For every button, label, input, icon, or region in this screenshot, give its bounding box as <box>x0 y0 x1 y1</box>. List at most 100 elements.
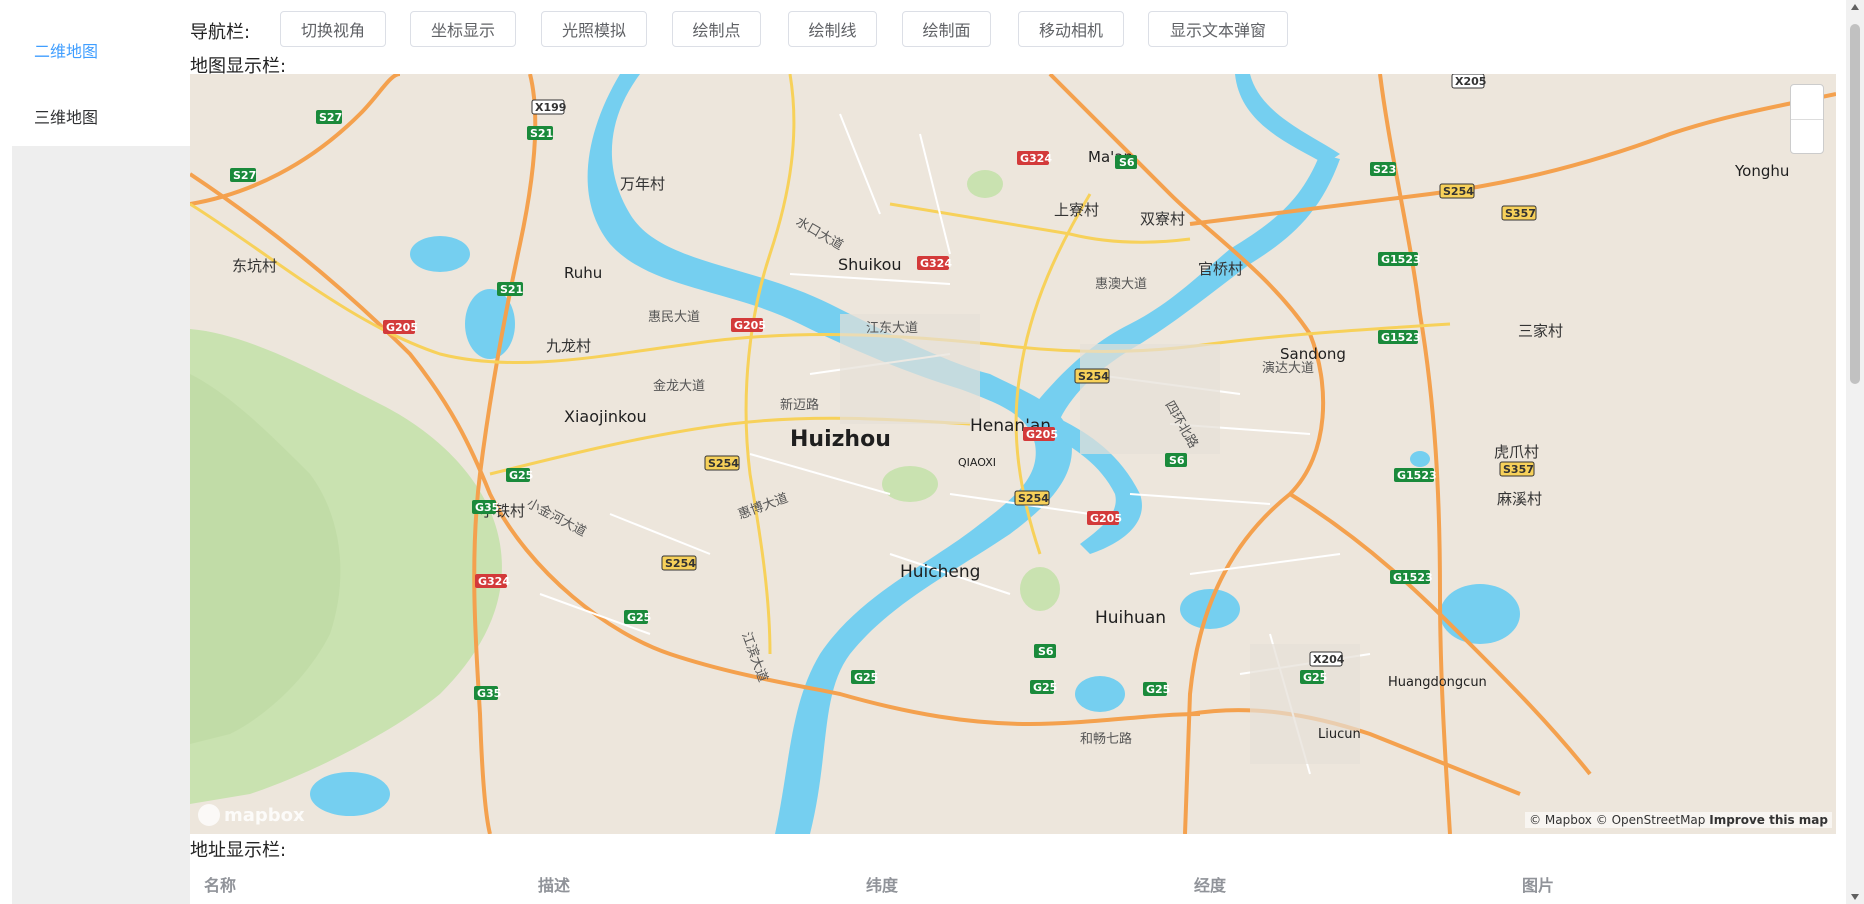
svg-text:G25: G25 <box>509 469 533 482</box>
svg-text:X204: X204 <box>1313 653 1345 666</box>
city-liucun: Liucun <box>1318 727 1361 742</box>
draw-line-button[interactable]: 绘制线 <box>788 11 877 47</box>
zoom-out-button[interactable] <box>1791 120 1823 154</box>
city-huicheng: Huicheng <box>900 562 980 582</box>
svg-text:X205: X205 <box>1455 75 1486 88</box>
shield-s254: S254 <box>1439 183 1475 199</box>
shield-x204: X204 <box>1309 651 1345 667</box>
city-huizhou: Huizhou <box>790 427 891 452</box>
svg-text:G324: G324 <box>478 575 510 588</box>
draw-point-button[interactable]: 绘制点 <box>672 11 761 47</box>
sidebar-menu: 二维地图 三维地图 <box>12 4 190 146</box>
svg-text:G25: G25 <box>1033 681 1057 694</box>
shield-g25-b: G25 <box>624 610 651 624</box>
coordinate-display-button[interactable]: 坐标显示 <box>410 11 516 47</box>
svg-text:S21: S21 <box>530 127 553 140</box>
menu-item-2d-map[interactable]: 二维地图 <box>34 38 98 62</box>
shield-s23: S23 <box>1370 162 1396 176</box>
svg-text:G205: G205 <box>386 321 418 334</box>
page-scrollbar-track[interactable] <box>1846 0 1864 904</box>
attribution-osm-link[interactable]: © OpenStreetMap <box>1596 813 1706 827</box>
svg-text:G35: G35 <box>477 687 501 700</box>
shield-g25-c: G25 <box>851 670 878 684</box>
zoom-control <box>1790 84 1824 154</box>
svg-text:S357: S357 <box>1503 463 1534 476</box>
svg-text:S254: S254 <box>1443 185 1474 198</box>
shield-g205-b: G205 <box>731 318 766 332</box>
svg-text:G324: G324 <box>1020 152 1052 165</box>
menu-item-3d-map[interactable]: 三维地图 <box>34 104 98 128</box>
show-text-popup-button[interactable]: 显示文本弹窗 <box>1148 11 1288 47</box>
zoom-in-button[interactable] <box>1791 85 1823 119</box>
table-header-latitude: 纬度 <box>866 876 899 895</box>
svg-text:S254: S254 <box>708 457 739 470</box>
svg-text:G205: G205 <box>734 319 766 332</box>
city-huihuan: Huihuan <box>1095 608 1166 628</box>
lighting-simulation-button[interactable]: 光照模拟 <box>541 11 647 47</box>
page-scrollbar-thumb[interactable] <box>1850 24 1860 384</box>
shield-s21: S21 <box>527 126 553 140</box>
shield-s357: S357 <box>1501 205 1537 221</box>
village-sanjia: 三家村 <box>1518 322 1563 340</box>
village-guanqiao: 官桥村 <box>1198 260 1243 278</box>
village-shuangliao: 双寮村 <box>1140 210 1185 228</box>
svg-text:G1523: G1523 <box>1397 469 1437 482</box>
shield-g1523-c: G1523 <box>1394 468 1437 482</box>
switch-view-button[interactable]: 切换视角 <box>280 11 386 47</box>
mapbox-logo[interactable]: mapbox <box>198 804 305 826</box>
village-huzhua: 虎爪村 <box>1494 443 1539 461</box>
sidebar: 二维地图 三维地图 <box>12 4 190 904</box>
shield-g324: G324 <box>1017 151 1052 165</box>
svg-text:G25: G25 <box>627 611 651 624</box>
improve-map-link[interactable]: Improve this map <box>1709 813 1828 827</box>
svg-text:S27: S27 <box>319 111 342 124</box>
city-huangdongcun: Huangdongcun <box>1388 675 1487 690</box>
svg-text:S27: S27 <box>233 169 256 182</box>
map-attribution: © Mapbox © OpenStreetMap Improve this ma… <box>1525 812 1832 828</box>
district-qiaoxi: QIAOXI <box>958 456 996 469</box>
shield-x205: X205 <box>1451 74 1486 89</box>
city-yonghu: Yonghu <box>1734 162 1789 180</box>
svg-text:S23: S23 <box>1373 163 1396 176</box>
address-section-label: 地址显示栏: <box>190 840 287 861</box>
main-content: 导航栏: 切换视角 坐标显示 光照模拟 绘制点 绘制线 绘制面 移动相机 显示文… <box>190 0 1836 904</box>
shield-g324-b: G324 <box>917 256 952 270</box>
shield-s254-c: S254 <box>704 455 740 471</box>
city-shuikou: Shuikou <box>838 255 902 274</box>
svg-text:S6: S6 <box>1038 645 1054 658</box>
city-ruhu: Ruhu <box>564 264 602 282</box>
shield-g205: G205 <box>383 320 418 334</box>
shield-s27: S27 <box>316 110 342 124</box>
svg-text:S254: S254 <box>665 557 696 570</box>
scroll-up-arrow-icon[interactable] <box>1851 4 1859 10</box>
svg-text:X199: X199 <box>535 101 566 114</box>
shield-g205-c: G205 <box>1023 427 1058 441</box>
shield-g1523-d: G1523 <box>1390 570 1433 584</box>
road-yanda: 演达大道 <box>1262 360 1314 376</box>
shield-x199: X199 <box>531 99 566 115</box>
shield-s6-c: S6 <box>1034 644 1056 658</box>
table-header-description: 描述 <box>538 876 571 895</box>
city-xiaojinkou: Xiaojinkou <box>564 407 647 426</box>
nav-label: 导航栏: <box>190 22 251 43</box>
scroll-down-arrow-icon[interactable] <box>1851 894 1859 900</box>
road-hechang7: 和畅七路 <box>1080 731 1132 747</box>
road-huiao: 惠澳大道 <box>1095 276 1147 292</box>
svg-text:G1523: G1523 <box>1393 571 1433 584</box>
svg-text:G1523: G1523 <box>1381 331 1421 344</box>
shield-s254-b: S254 <box>1074 368 1110 384</box>
village-shangliao: 上寮村 <box>1054 201 1099 219</box>
move-camera-button[interactable]: 移动相机 <box>1018 11 1124 47</box>
shield-g25-d: G25 <box>1030 680 1057 694</box>
svg-text:G35: G35 <box>475 501 499 514</box>
draw-polygon-button[interactable]: 绘制面 <box>902 11 991 47</box>
app-frame: 二维地图 三维地图 导航栏: 切换视角 坐标显示 光照模拟 绘制点 绘制线 绘制… <box>0 0 1864 904</box>
svg-text:G205: G205 <box>1090 512 1122 525</box>
map-canvas[interactable]: Huizhou Henan'an Huicheng Huihuan Shuiko… <box>190 74 1836 834</box>
attribution-mapbox-link[interactable]: © Mapbox <box>1529 813 1592 827</box>
shield-g1523-b: G1523 <box>1378 330 1421 344</box>
village-jiulong: 九龙村 <box>546 337 591 355</box>
road-huimin: 惠民大道 <box>648 310 700 325</box>
svg-text:S21: S21 <box>500 283 523 296</box>
svg-text:G25: G25 <box>1303 671 1327 684</box>
